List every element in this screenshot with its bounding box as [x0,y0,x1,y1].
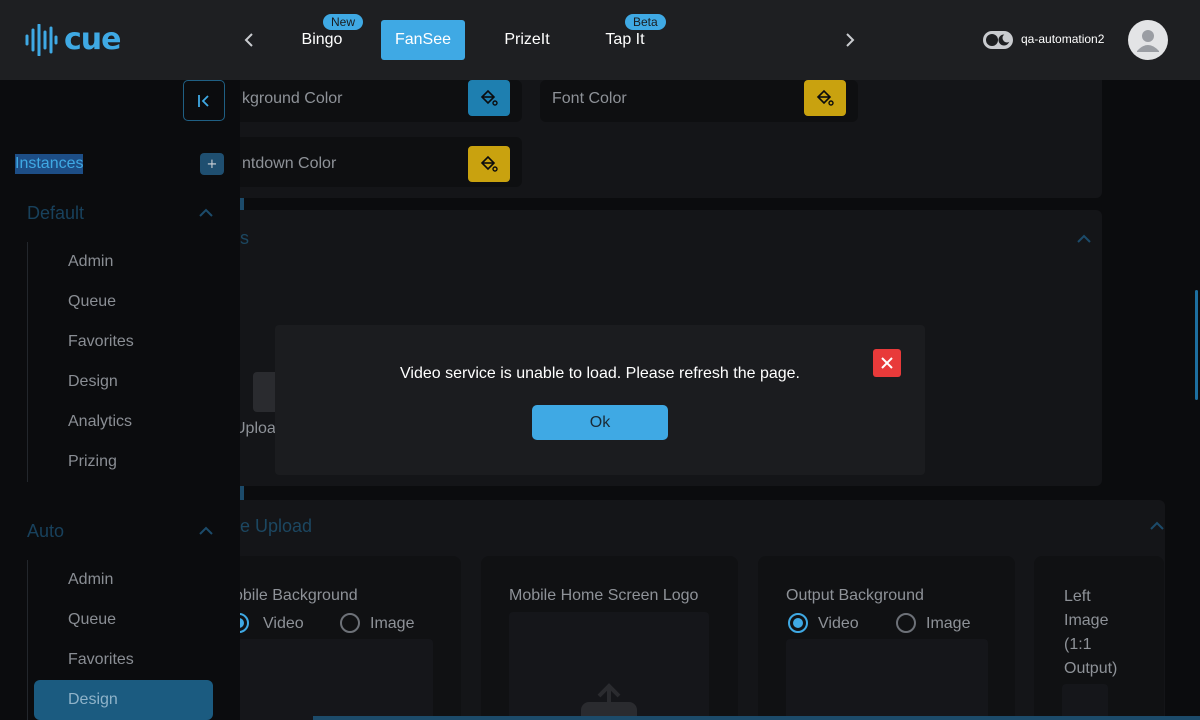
font-color-row: Font Color [540,80,858,122]
left-image-title: Left Image (1:1 Output) [1064,585,1117,681]
chevron-up-icon[interactable] [1149,518,1165,534]
main-scrollbar[interactable] [1195,290,1198,400]
tab-label: Tap It [605,31,645,48]
radio-image[interactable] [896,613,916,633]
radio-video-label: Video [818,615,859,632]
ok-button[interactable]: Ok [532,405,668,440]
upload-arrow-icon [581,683,637,720]
paint-bucket-icon [816,89,834,106]
beta-badge: Beta [625,14,666,30]
sound-wave-icon [25,24,58,56]
paint-bucket-icon [480,89,498,106]
sidebar: Instances + Default Admin Queue Favorite… [0,80,244,720]
sidebar-item-design[interactable]: Design [68,373,118,391]
group-divider [27,242,28,482]
nav-next-button[interactable] [838,26,862,54]
radio-image-label: Image [370,615,415,632]
mobile-logo-card: Mobile Home Screen Logo [481,556,738,720]
chevron-up-icon[interactable] [198,205,214,221]
tab-tapit[interactable]: Tap It Beta [600,14,666,60]
chevron-right-icon [846,33,855,47]
output-background-card: Output Background Video Image [758,556,1015,720]
title-line: (1:1 [1064,636,1092,653]
add-instance-button[interactable]: + [200,153,224,175]
avatar[interactable] [1128,20,1168,60]
sidebar-item-favorites[interactable]: Favorites [68,651,134,669]
upload-text: Uploa [240,420,276,437]
group-title-default[interactable]: Default [27,203,84,224]
title-line: Left [1064,588,1091,605]
background-color-swatch[interactable] [468,80,510,116]
sidebar-item-queue[interactable]: Queue [68,611,116,629]
horizontal-scrollbar[interactable] [313,716,1200,720]
logo-text: cue [64,22,121,57]
radio-video-label: Video [263,615,304,632]
sidebar-item-design[interactable]: Design [68,691,118,709]
username: qa-automation2 [1021,32,1105,46]
upload-dropzone[interactable] [240,639,433,720]
close-icon [881,357,893,369]
upload-card-title: Mobile Home Screen Logo [509,587,699,604]
upload-card-title: obile Background [240,587,358,604]
sidebar-item-admin[interactable]: Admin [68,571,113,589]
nav-prev-button[interactable] [237,26,261,54]
sun-moon-icon [986,33,1012,46]
tab-label: PrizeIt [504,31,550,48]
upload-dropzone[interactable] [786,639,988,720]
tab-bingo[interactable]: Bingo New [296,14,364,60]
error-message: Video service is unable to load. Please … [400,365,800,382]
countdown-color-swatch[interactable] [468,146,510,182]
chevron-up-icon[interactable] [198,523,214,539]
sidebar-item-admin[interactable]: Admin [68,253,113,271]
sidebar-item-queue[interactable]: Queue [68,293,116,311]
chevron-up-icon[interactable] [1076,231,1092,247]
upload-section-title: e Upload [240,516,313,536]
radio-image[interactable] [340,613,360,633]
radio-image-label: Image [926,615,971,632]
instances-label: Instances [15,154,84,174]
logo[interactable]: cue [24,24,121,56]
theme-toggle[interactable] [983,31,1013,49]
user-icon [1137,30,1159,52]
sidebar-item-active-bg[interactable] [34,680,213,720]
collapse-sidebar-button[interactable] [183,80,225,121]
background-color-label: kground Color [242,90,343,107]
tab-label: Bingo [301,31,343,48]
title-line: Image [1064,612,1109,629]
background-color-row: kground Color [240,80,522,122]
close-button[interactable] [873,349,901,377]
left-image-card: Left Image (1:1 Output) [1034,556,1164,720]
upload-card-title: Output Background [786,587,924,604]
radio-video[interactable] [240,613,249,633]
group-divider [27,560,28,720]
upload-dropzone[interactable] [509,612,709,720]
font-color-label: Font Color [552,90,627,107]
new-badge: New [323,14,364,30]
sidebar-item-analytics[interactable]: Analytics [68,413,132,431]
paint-bucket-icon [480,155,498,172]
tab-label: FanSee [394,31,452,48]
group-title-auto[interactable]: Auto [27,521,64,542]
section-title: s [240,228,249,248]
error-dialog: Video service is unable to load. Please … [275,325,925,475]
countdown-color-label: ntdown Color [242,155,337,172]
collapse-left-icon [198,94,209,107]
tab-fansee[interactable]: FanSee [381,20,465,60]
chevron-left-icon [244,33,253,47]
upload-dropzone[interactable] [1062,684,1108,720]
tab-prizeit[interactable]: PrizeIt [497,20,557,60]
sidebar-item-prizing[interactable]: Prizing [68,453,117,471]
sidebar-item-favorites[interactable]: Favorites [68,333,134,351]
font-color-swatch[interactable] [804,80,846,116]
title-line: Output) [1064,660,1118,677]
countdown-color-row: ntdown Color [240,137,522,187]
mobile-background-card: obile Background Video Image [240,556,461,720]
top-bar: cue Bingo New FanSee PrizeIt Tap It Beta… [0,0,1200,80]
radio-video[interactable] [788,613,808,633]
